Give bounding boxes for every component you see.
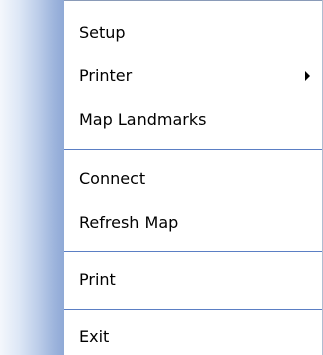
- menu-item-setup[interactable]: Setup: [64, 16, 322, 50]
- menu-item-label: Refresh Map: [79, 213, 179, 232]
- menu-separator: [64, 251, 322, 252]
- menu-item-print[interactable]: Print: [64, 263, 322, 297]
- menu-item-label: Exit: [79, 327, 110, 346]
- menu-item-refresh-map[interactable]: Refresh Map: [64, 206, 322, 240]
- menu-item-label: Printer: [79, 66, 133, 85]
- menu-item-printer[interactable]: Printer: [64, 59, 322, 93]
- submenu-arrow-icon: [305, 71, 310, 81]
- context-menu: Setup Printer Map Landmarks Connect Refr…: [0, 0, 323, 355]
- menu-item-label: Print: [79, 270, 116, 289]
- menu-item-label: Map Landmarks: [79, 110, 207, 129]
- menu-item-map-landmarks[interactable]: Map Landmarks: [64, 103, 322, 137]
- menu-item-label: Connect: [79, 169, 146, 188]
- menu-item-label: Setup: [79, 23, 126, 42]
- menu-icon-gutter: [0, 0, 64, 355]
- menu-item-exit[interactable]: Exit: [64, 320, 322, 354]
- menu-separator: [64, 309, 322, 310]
- menu-separator: [64, 149, 322, 150]
- menu-item-connect[interactable]: Connect: [64, 162, 322, 196]
